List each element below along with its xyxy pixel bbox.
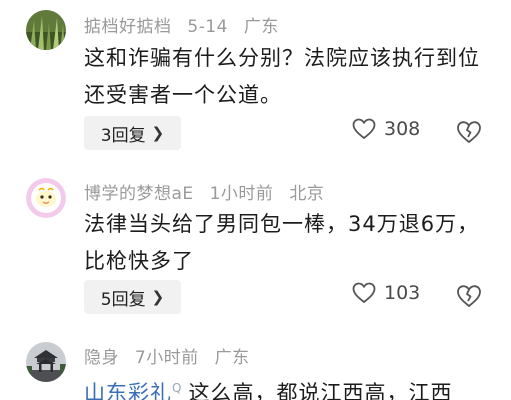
comment-meta: 隐身 7小时前 广东 bbox=[84, 343, 260, 368]
avatar-grass-image bbox=[26, 10, 66, 50]
comment-date: 7小时前 bbox=[134, 348, 199, 368]
dislike-button[interactable] bbox=[456, 120, 482, 146]
heart-outline-icon bbox=[352, 118, 376, 140]
broken-heart-icon bbox=[457, 285, 481, 308]
view-replies-button[interactable]: 5回复 ❯ bbox=[84, 280, 181, 314]
comment-location: 北京 bbox=[289, 184, 325, 204]
comment-location: 广东 bbox=[243, 17, 279, 37]
username[interactable]: 掂档好掂档 bbox=[84, 17, 172, 37]
comment-date: 1小时前 bbox=[209, 184, 274, 204]
username[interactable]: 博学的梦想aE bbox=[84, 184, 194, 204]
reply-count-label: 3回复 bbox=[100, 125, 146, 146]
avatar-pavilion-image bbox=[26, 342, 66, 382]
like-button[interactable]: 103 bbox=[352, 282, 420, 304]
like-count: 103 bbox=[384, 282, 421, 304]
avatar[interactable] bbox=[26, 342, 66, 382]
comment-text-container: 山东彩礼Q 这么高，都说江西高，江西 bbox=[84, 370, 484, 400]
avatar-cute-face-image bbox=[26, 178, 66, 218]
like-count: 308 bbox=[384, 118, 421, 140]
reply-count-label: 5回复 bbox=[100, 289, 146, 310]
view-replies-button[interactable]: 3回复 ❯ bbox=[84, 116, 181, 150]
heart-outline-icon bbox=[352, 282, 376, 304]
avatar[interactable] bbox=[26, 10, 66, 50]
hashtag-link[interactable]: 山东彩礼 bbox=[84, 381, 172, 400]
comment-text: 法律当头给了男同包一棒，34万退6万，比枪快多了 bbox=[84, 212, 480, 273]
like-button[interactable]: 308 bbox=[352, 118, 420, 140]
comment-meta: 掂档好掂档 5-14 广东 bbox=[84, 12, 289, 37]
avatar[interactable] bbox=[26, 178, 66, 218]
broken-heart-icon bbox=[457, 121, 481, 144]
dislike-button[interactable] bbox=[456, 284, 482, 310]
comment-date: 5-14 bbox=[187, 17, 228, 37]
chevron-right-icon: ❯ bbox=[151, 288, 165, 306]
username[interactable]: 隐身 bbox=[84, 348, 119, 368]
comment-location: 广东 bbox=[214, 348, 250, 368]
search-small-icon: Q bbox=[172, 381, 183, 395]
chevron-right-icon: ❯ bbox=[151, 124, 165, 142]
comment-meta: 博学的梦想aE 1小时前 北京 bbox=[84, 179, 334, 204]
comment-text: 这和诈骗有什么分别？法院应该执行到位还受害者一个公道。 bbox=[84, 46, 480, 107]
comment-text: 这么高，都说江西高，江西 bbox=[188, 381, 453, 400]
